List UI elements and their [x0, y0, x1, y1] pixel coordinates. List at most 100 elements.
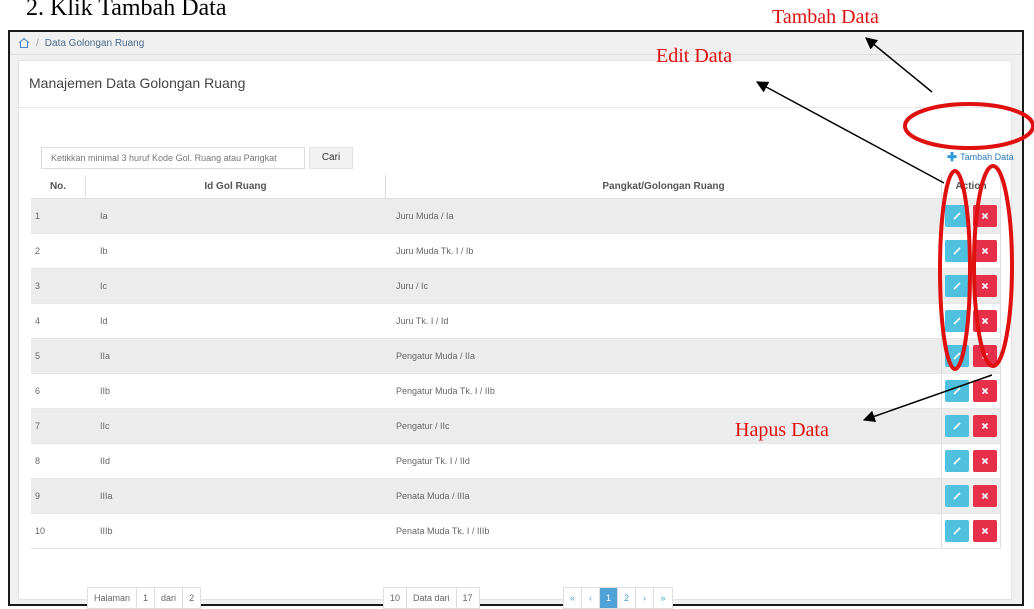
pencil-icon — [953, 282, 961, 290]
data-of-label: Data dari — [407, 588, 457, 608]
cell-no: 2 — [35, 246, 41, 256]
cell-no: 10 — [35, 526, 46, 536]
delete-button[interactable] — [973, 485, 997, 507]
close-icon — [981, 387, 989, 395]
delete-button[interactable] — [973, 240, 997, 262]
next-page-button[interactable]: › — [636, 588, 654, 608]
table-row: 2 Ib Juru Muda Tk. I / Ib — [31, 234, 1001, 269]
record-total: 17 — [462, 593, 473, 603]
cell-pangkat: Pengatur Muda Tk. I / IIb — [396, 386, 495, 396]
cell-id: Ic — [100, 281, 108, 291]
edit-button[interactable] — [945, 450, 969, 472]
cell-action — [941, 374, 1001, 408]
cell-id: IIIa — [100, 491, 113, 501]
close-icon — [981, 457, 989, 465]
table-row: 5 IIa Pengatur Muda / IIa — [31, 339, 1001, 374]
close-icon — [981, 317, 989, 325]
delete-button[interactable] — [973, 310, 997, 332]
cell-no: 8 — [35, 456, 41, 466]
cell-action — [941, 339, 1001, 373]
close-icon — [981, 247, 989, 255]
table-row: 10 IIIb Penata Muda Tk. I / IIIb — [31, 514, 1001, 549]
pencil-icon — [953, 457, 961, 465]
cell-action — [941, 409, 1001, 443]
cell-pangkat: Pengatur Muda / IIa — [396, 351, 476, 361]
first-page-button[interactable]: « — [564, 588, 582, 608]
breadcrumb-separator: / — [36, 37, 39, 49]
pencil-icon — [953, 352, 961, 360]
delete-button[interactable] — [973, 450, 997, 472]
delete-button[interactable] — [973, 520, 997, 542]
search-button[interactable]: Cari — [309, 147, 353, 169]
cell-pangkat: Juru / Ic — [396, 281, 429, 291]
cell-id: Id — [100, 316, 108, 326]
cell-id: Ia — [100, 211, 108, 221]
cell-id: IIIb — [100, 526, 113, 536]
table-row: 3 Ic Juru / Ic — [31, 269, 1001, 304]
per-page-select[interactable]: 10 — [384, 588, 408, 608]
cell-id: IIc — [100, 421, 110, 431]
pencil-icon — [953, 422, 961, 430]
page-label: Halaman — [88, 588, 138, 608]
search-input[interactable] — [41, 147, 305, 169]
edit-button[interactable] — [945, 310, 969, 332]
edit-button[interactable] — [945, 205, 969, 227]
table-row: 7 IIc Pengatur / IIc — [31, 409, 1001, 444]
add-data-button[interactable]: ✚ Tambah Data — [947, 150, 1014, 164]
table-row: 4 Id Juru Tk. I / Id — [31, 304, 1001, 339]
cell-pangkat: Juru Muda / Ia — [396, 211, 454, 221]
delete-button[interactable] — [973, 275, 997, 297]
cell-id: Ib — [100, 246, 108, 256]
edit-button[interactable] — [945, 240, 969, 262]
annotation-tambah: Tambah Data — [772, 6, 879, 28]
document-step-heading: 2. Klik Tambah Data — [26, 0, 227, 21]
delete-button[interactable] — [973, 205, 997, 227]
breadcrumb: / Data Golongan Ruang — [10, 32, 1022, 55]
cell-no: 3 — [35, 281, 41, 291]
cell-pangkat: Penata Muda Tk. I / IIIb — [396, 526, 490, 536]
cell-no: 5 — [35, 351, 41, 361]
page-title: Manajemen Data Golongan Ruang — [29, 75, 246, 91]
cell-pangkat: Penata Muda / IIIa — [396, 491, 470, 501]
app-window: / Data Golongan Ruang Manajemen Data Gol… — [8, 30, 1024, 609]
cell-action — [941, 199, 1001, 233]
header-pangkat: Pangkat/Golongan Ruang — [385, 175, 941, 198]
table-row: 6 IIb Pengatur Muda Tk. I / IIb — [31, 374, 1001, 409]
edit-button[interactable] — [945, 380, 969, 402]
close-icon — [981, 282, 989, 290]
cell-action — [941, 269, 1001, 303]
edit-button[interactable] — [945, 275, 969, 297]
pencil-icon — [953, 212, 961, 220]
page-2-button[interactable]: 2 — [618, 588, 636, 608]
add-data-label: Tambah Data — [960, 152, 1014, 162]
edit-button[interactable] — [945, 345, 969, 367]
delete-button[interactable] — [973, 380, 997, 402]
close-icon — [981, 422, 989, 430]
page-of-label: dari — [155, 588, 184, 608]
delete-button[interactable] — [973, 345, 997, 367]
page-total: 2 — [189, 593, 195, 603]
page-1-button[interactable]: 1 — [600, 588, 618, 608]
header-no: No. — [49, 181, 67, 192]
pencil-icon — [953, 387, 961, 395]
pencil-icon — [953, 492, 961, 500]
cell-action — [941, 304, 1001, 338]
last-page-button[interactable]: » — [654, 588, 672, 608]
pencil-icon — [953, 527, 961, 535]
cell-action — [941, 444, 1001, 478]
edit-button[interactable] — [945, 520, 969, 542]
header-action: Action — [941, 175, 1001, 198]
edit-button[interactable] — [945, 485, 969, 507]
delete-button[interactable] — [973, 415, 997, 437]
cell-no: 1 — [35, 211, 41, 221]
prev-page-button[interactable]: ‹ — [582, 588, 600, 608]
edit-button[interactable] — [945, 415, 969, 437]
home-icon[interactable] — [18, 37, 30, 49]
cell-no: 7 — [35, 421, 41, 431]
pencil-icon — [953, 317, 961, 325]
cell-pangkat: Juru Muda Tk. I / Ib — [396, 246, 474, 256]
cell-action — [941, 514, 1001, 548]
plus-icon: ✚ — [947, 150, 958, 164]
main-panel: Manajemen Data Golongan Ruang Cari ✚ Tam… — [18, 60, 1014, 609]
cell-id: IIa — [100, 351, 111, 361]
